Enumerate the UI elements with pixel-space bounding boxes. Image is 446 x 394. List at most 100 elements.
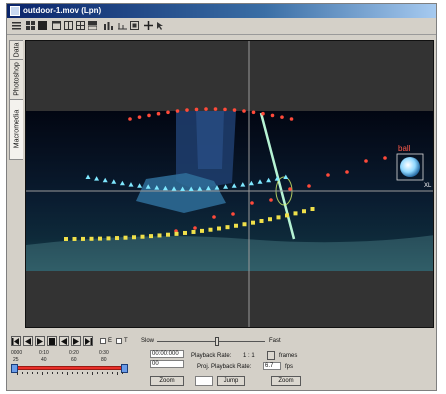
slow-label: Slow: [141, 338, 155, 344]
layout-icon[interactable]: [63, 20, 73, 31]
zoom-time-field[interactable]: 00:00:000: [150, 350, 184, 358]
zoom-frame-field[interactable]: 00: [150, 360, 184, 368]
yellow-marker-23: [259, 218, 264, 223]
timeline-tick-mark: [37, 372, 38, 374]
speed-slider-track[interactable]: [157, 341, 265, 342]
tab-macromedia[interactable]: Macromedia: [9, 98, 23, 160]
yellow-marker-28: [302, 209, 306, 214]
yellow-marker-18: [217, 226, 221, 231]
timeline-tick-mark: [112, 372, 113, 374]
red-marker-0: [128, 117, 132, 121]
video-viewport[interactable]: ball XL: [25, 40, 434, 328]
ball-label: ball: [398, 144, 411, 153]
timeline-tick-mark: [52, 372, 53, 374]
grid-icon[interactable]: [25, 20, 35, 31]
ball-axis-label: XL: [424, 183, 432, 189]
playback-rate-label: Playback Rate:: [191, 353, 232, 359]
red-marker-7: [194, 107, 199, 112]
timeline-tick-3: 0:30: [99, 350, 109, 356]
timeline-tick-mark: [32, 372, 33, 374]
max-rate-unit: fps: [285, 364, 294, 370]
timeline-ticks: [17, 372, 123, 375]
timeline-tick-mark: [102, 372, 103, 374]
yellow-marker-27: [293, 211, 298, 216]
timeline-tick-mark: [22, 372, 23, 374]
timeline-tick-mark: [107, 372, 108, 374]
pointer-icon[interactable]: [155, 20, 165, 31]
red-marker-12: [242, 109, 246, 113]
timeline-tick-mark: [122, 372, 123, 374]
window-title: outdoor-1.mov (Lpn): [23, 6, 102, 15]
first-frame-button[interactable]: [11, 336, 21, 346]
jump-field[interactable]: [195, 376, 213, 386]
split-icon[interactable]: [87, 20, 97, 31]
red-lower-marker-2: [212, 215, 216, 219]
checkbox-t[interactable]: [116, 338, 122, 344]
timeline-frame-2: 60: [71, 357, 77, 363]
timeline-tick-mark: [57, 372, 58, 374]
timeline-tick-mark: [62, 372, 63, 374]
fast-label: Fast: [269, 338, 281, 344]
title-bar[interactable]: outdoor-1.mov (Lpn): [7, 4, 436, 18]
max-rate-field[interactable]: 6.7: [263, 362, 281, 370]
red-lower-marker-3: [231, 212, 235, 216]
play-button[interactable]: [35, 336, 45, 346]
timeline-tick-2: 0:20: [69, 350, 79, 356]
zoom-right-button[interactable]: Zoom: [271, 376, 301, 386]
checkbox-e[interactable]: [100, 338, 106, 344]
yellow-marker-2: [81, 236, 85, 241]
red-marker-14: [261, 111, 265, 116]
red-lower-marker-9: [345, 170, 349, 174]
speed-slider-thumb[interactable]: [215, 337, 219, 346]
application-window: outdoor-1.mov (Lpn) Macromedia Photoshop…: [6, 3, 437, 391]
red-marker-5: [175, 109, 180, 113]
yellow-marker-9: [140, 234, 145, 239]
yellow-marker-17: [208, 227, 213, 232]
yellow-marker-25: [276, 215, 281, 220]
step-forward-frame-button[interactable]: [71, 336, 81, 346]
tab-photoshop[interactable]: Photoshop: [9, 58, 23, 100]
yellow-marker-6: [115, 236, 119, 241]
red-marker-1: [137, 115, 142, 119]
red-marker-15: [270, 113, 275, 118]
crosshair-icon[interactable]: [143, 20, 153, 31]
checkbox-t-label: T: [124, 338, 128, 344]
red-marker-8: [204, 107, 208, 111]
yellow-marker-1: [72, 236, 77, 241]
timeline-tick-1: 0:10: [39, 350, 49, 356]
chart-icon[interactable]: [103, 20, 113, 31]
yellow-marker-22: [251, 220, 255, 225]
red-marker-2: [147, 113, 151, 118]
playback-rate-stepper[interactable]: [267, 351, 275, 360]
leg-highlight: [196, 111, 224, 169]
last-frame-button[interactable]: [83, 336, 93, 346]
yellow-marker-21: [242, 222, 247, 227]
window-icon[interactable]: [51, 20, 61, 31]
step-back-button[interactable]: [23, 336, 33, 346]
menu-icon[interactable]: [11, 20, 21, 31]
bracket-icon[interactable]: [129, 20, 139, 31]
yellow-marker-3: [89, 236, 94, 241]
timeline-tick-mark: [97, 372, 98, 374]
toolbar: [7, 18, 436, 35]
stop-button[interactable]: [47, 336, 57, 346]
red-lower-marker-7: [307, 184, 311, 188]
yellow-marker-4: [98, 236, 102, 241]
step-back-frame-button[interactable]: [59, 336, 69, 346]
yellow-marker-11: [157, 233, 162, 238]
timeline-tick-mark: [87, 372, 88, 374]
jump-button[interactable]: Jump: [217, 376, 245, 386]
red-marker-4: [166, 110, 170, 115]
red-lower-marker-10: [364, 159, 368, 163]
tab-data[interactable]: Data: [9, 40, 23, 60]
red-marker-3: [156, 111, 161, 116]
red-marker-16: [280, 115, 284, 119]
red-marker-9: [213, 107, 218, 111]
yellow-marker-19: [225, 225, 230, 230]
measure-icon[interactable]: [117, 20, 127, 31]
zoom-left-button[interactable]: Zoom: [150, 376, 184, 386]
yellow-marker-20: [234, 223, 238, 228]
stop-icon[interactable]: [37, 20, 47, 31]
table-icon[interactable]: [75, 20, 85, 31]
timeline-range-bar[interactable]: [15, 366, 125, 370]
